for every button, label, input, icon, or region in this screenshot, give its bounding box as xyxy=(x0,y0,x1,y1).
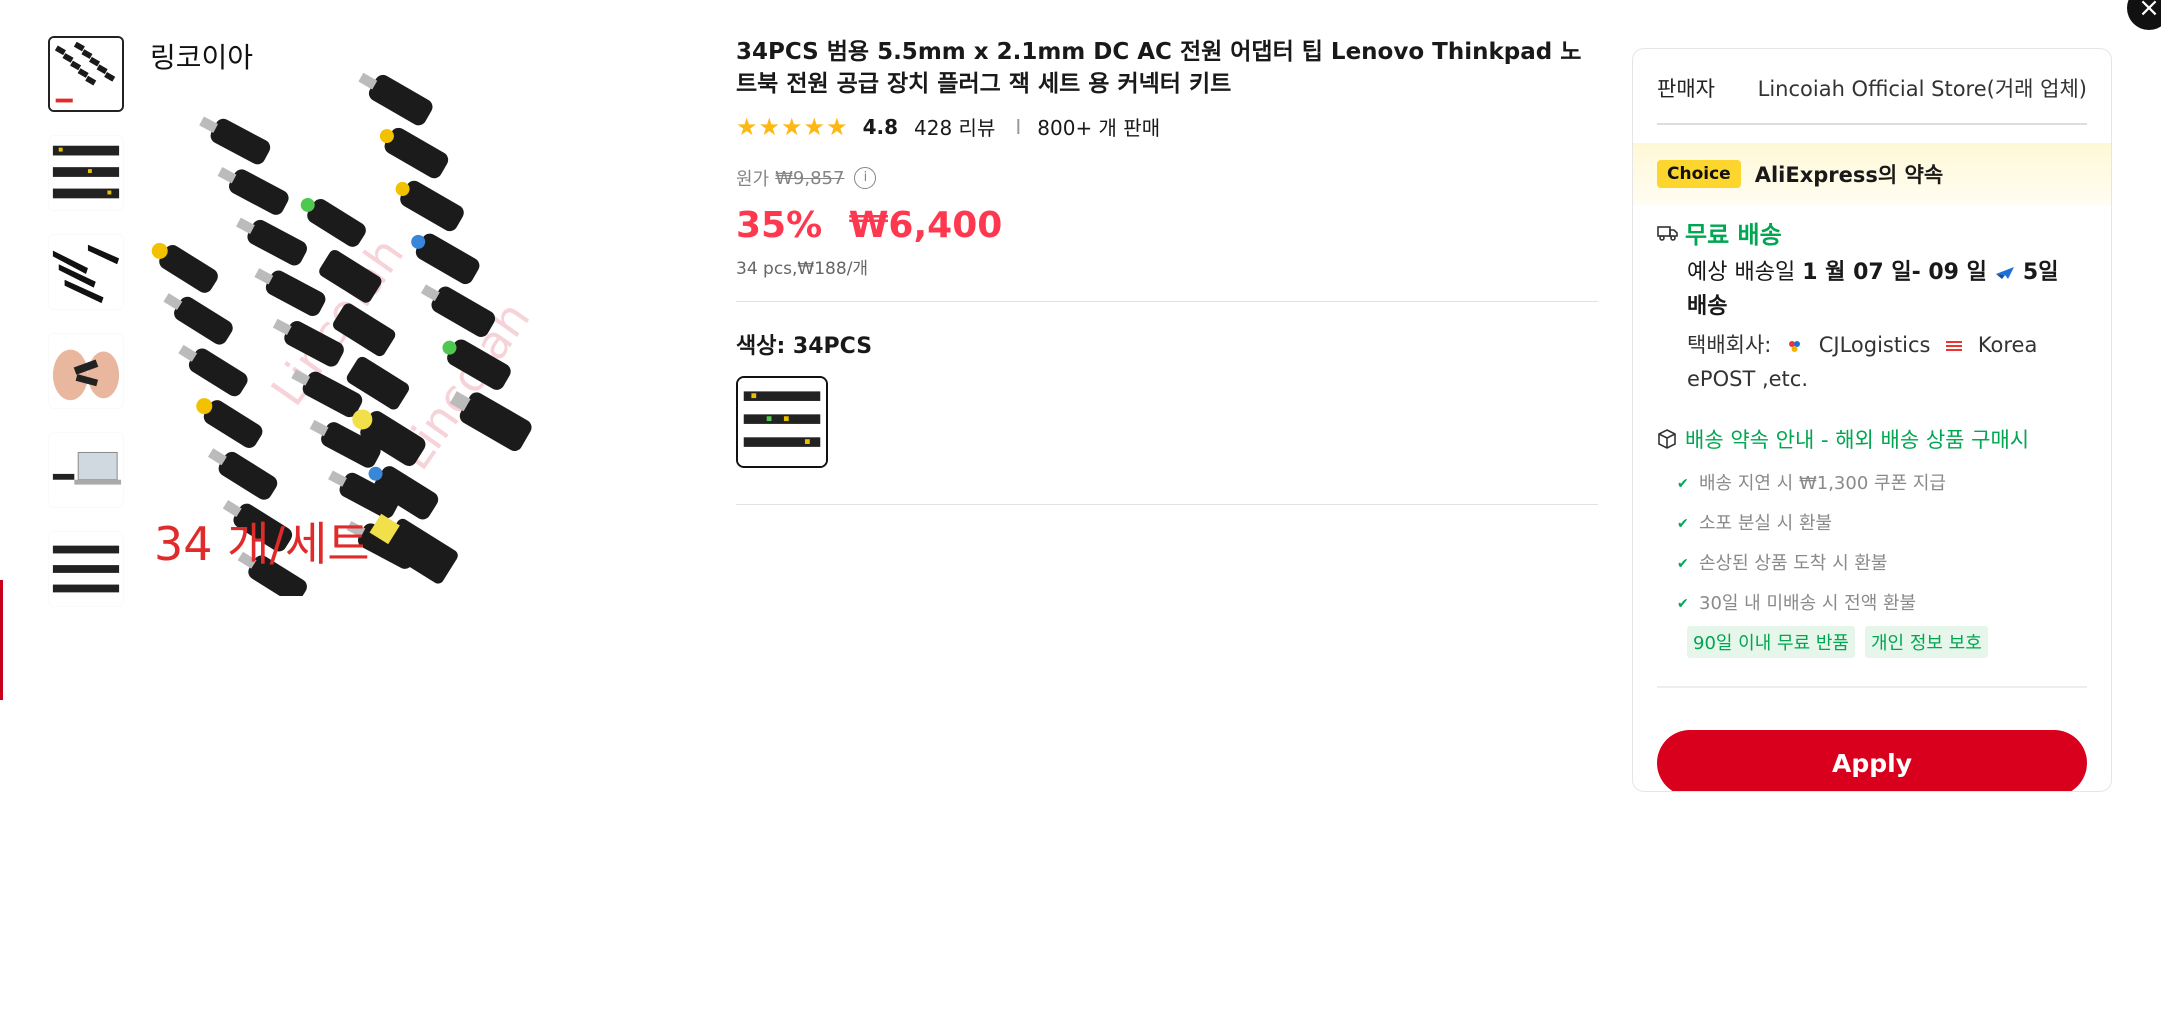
check-icon: ✔ xyxy=(1677,476,1689,492)
cj-logistics-logo-icon xyxy=(1789,341,1801,352)
divider xyxy=(1657,123,2087,125)
set-count-text: 34 개/세트 xyxy=(154,517,370,571)
check-icon: ✔ xyxy=(1677,516,1689,532)
original-price-label: 원가 xyxy=(736,169,770,190)
choice-badge: Choice xyxy=(1657,160,1741,188)
choice-promise-text: AliExpress의 약속 xyxy=(1754,163,1944,187)
thumbnail-1[interactable] xyxy=(48,36,124,112)
original-price: ₩9,857 xyxy=(775,167,845,189)
price-row: 35% ₩6,400 xyxy=(736,205,1598,246)
free-shipping-label: 무료 배송 xyxy=(1685,221,1782,249)
divider xyxy=(1657,686,2087,688)
service-tags: 90일 이내 무료 반품 개인 정보 보호 xyxy=(1633,624,2111,658)
apply-button[interactable]: Apply xyxy=(1657,730,2087,791)
courier-1: CJLogistics xyxy=(1818,333,1931,357)
promise-list: ✔ 배송 지연 시 ₩1,300 쿠폰 지급 ✔ 소포 분실 시 환불 ✔ 손상된 상… xyxy=(1633,464,2111,624)
divider xyxy=(736,504,1598,505)
color-swatch-34pcs[interactable] xyxy=(736,376,828,468)
seller-label: 판매자 xyxy=(1657,77,1715,101)
courier-info: 택배회사: CJLogistics Korea ePOST ,etc. xyxy=(1633,324,2111,396)
thumbnail-2[interactable] xyxy=(48,135,124,211)
thumbnail-list xyxy=(48,36,128,630)
delivery-prefix: 예상 배송일 xyxy=(1687,260,1796,285)
close-button[interactable]: × xyxy=(2127,0,2161,30)
korea-post-logo-icon xyxy=(1946,341,1963,351)
original-price-row: 원가 ₩9,857 i xyxy=(736,165,1598,191)
delivery-promise-label: 배송 약속 안내 - 해외 배송 상품 구매시 xyxy=(1685,428,2030,452)
product-info: 34PCS 범용 5.5mm x 2.1mm DC AC 전원 어댑터 팁 Le… xyxy=(736,36,1598,505)
promise-item: ✔ 소포 분실 시 환불 xyxy=(1677,504,2087,544)
promise-item: ✔ 30일 내 미배송 시 전액 환불 xyxy=(1677,584,2087,624)
purchase-card: 판매자 Lincoiah Official Store(거래 업체) Choic… xyxy=(1632,48,2112,792)
privacy-tag: 개인 정보 보호 xyxy=(1865,626,1988,658)
promise-item: ✔ 손상된 상품 도착 시 환불 xyxy=(1677,544,2087,584)
thumbnail-5[interactable] xyxy=(48,432,124,508)
delivery-suffix: 배송 xyxy=(1687,294,1728,319)
truck-icon xyxy=(1657,225,1678,241)
separator: I xyxy=(1015,114,1022,139)
delivery-estimate: 예상 배송일 1 월 07 일- 09 일 5일 배송 xyxy=(1633,250,2111,324)
delivery-dates: 1 월 07 일- 09 일 xyxy=(1802,260,1987,285)
free-return-tag: 90일 이내 무료 반품 xyxy=(1687,626,1855,658)
color-label: 색상: 34PCS xyxy=(736,334,873,359)
delivery-days: 5일 xyxy=(2022,260,2059,285)
seller-name-link[interactable]: Lincoiah Official Store(거래 업체) xyxy=(1758,73,2087,103)
thumbnail-3[interactable] xyxy=(48,234,124,310)
thumbnail-4[interactable] xyxy=(48,333,124,409)
delivery-promise-title[interactable]: 배송 약속 안내 - 해외 배송 상품 구매시 xyxy=(1633,396,2111,454)
courier-label: 택배회사: xyxy=(1687,333,1772,357)
product-title: 34PCS 범용 5.5mm x 2.1mm DC AC 전원 어댑터 팁 Le… xyxy=(736,39,1582,97)
sale-price: ₩6,400 xyxy=(848,205,1003,246)
box-icon xyxy=(1658,429,1676,449)
check-icon: ✔ xyxy=(1677,556,1689,572)
left-edge-stripe xyxy=(0,580,3,700)
promise-item: ✔ 배송 지연 시 ₩1,300 쿠폰 지급 xyxy=(1677,464,2087,504)
brand-watermark-text: 링코이아 xyxy=(150,41,254,74)
reviews-link[interactable]: 428 리뷰 xyxy=(914,112,995,141)
star-rating-icon: ★★★★★ xyxy=(736,112,849,141)
info-icon[interactable]: i xyxy=(854,167,877,189)
divider xyxy=(736,301,1598,302)
sold-count: 800+ 개 판매 xyxy=(1037,116,1161,140)
rating-value: 4.8 xyxy=(862,114,899,139)
thumbnail-6[interactable] xyxy=(48,531,124,607)
seller-row: 판매자 Lincoiah Official Store(거래 업체) xyxy=(1633,49,2111,103)
discount-percent: 35% xyxy=(736,205,823,246)
choice-banner: Choice AliExpress의 약속 xyxy=(1633,143,2111,205)
rating-row: ★★★★★ 4.8 428 리뷰 I 800+ 개 판매 xyxy=(736,112,1598,141)
free-shipping-title: 무료 배송 xyxy=(1633,205,2111,250)
check-icon: ✔ xyxy=(1677,596,1689,612)
unit-price: 34 pcs,₩188/개 xyxy=(736,259,869,279)
plane-icon xyxy=(1995,267,2014,279)
